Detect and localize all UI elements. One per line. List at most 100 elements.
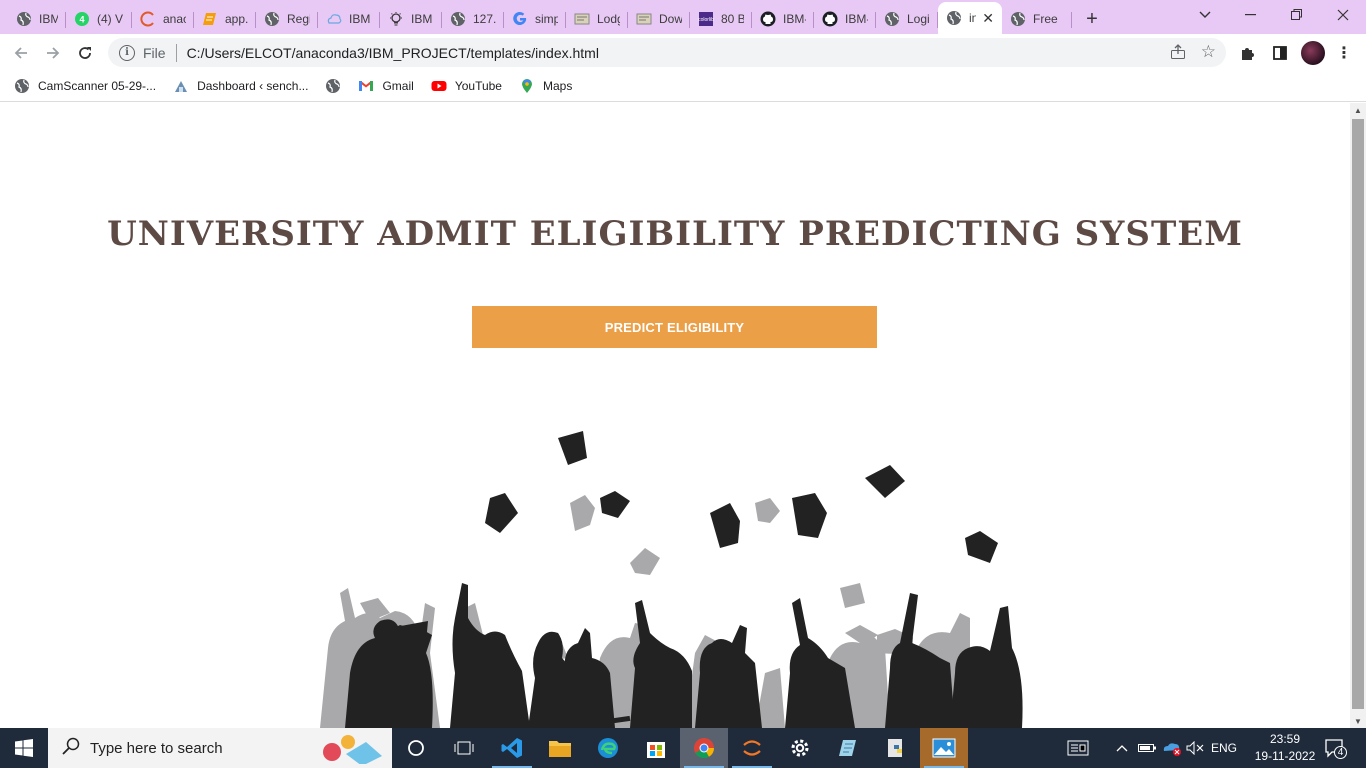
browser-tab[interactable]: app. bbox=[194, 4, 256, 34]
browser-tab[interactable]: Free bbox=[1002, 4, 1072, 34]
url-text[interactable]: C:/Users/ELCOT/anaconda3/IBM_PROJECT/tem… bbox=[187, 45, 599, 61]
tab-label: simp bbox=[535, 12, 558, 26]
taskbar-news-button[interactable] bbox=[1064, 728, 1092, 768]
bookmark-item[interactable]: YouTube bbox=[431, 78, 502, 94]
browser-tab[interactable]: 127. bbox=[442, 4, 504, 34]
page-scrollbar[interactable]: ▲ ▼ bbox=[1350, 103, 1366, 728]
profile-avatar[interactable] bbox=[1299, 34, 1327, 71]
close-icon bbox=[1337, 9, 1349, 21]
taskbar-file-explorer[interactable] bbox=[536, 728, 584, 768]
browser-tab[interactable]: IBM bbox=[8, 4, 66, 34]
scroll-up-arrow-icon[interactable]: ▲ bbox=[1350, 103, 1366, 117]
browser-tab[interactable]: Regi bbox=[256, 4, 318, 34]
svg-text:colorlib: colorlib bbox=[698, 17, 714, 23]
start-button[interactable] bbox=[0, 728, 48, 768]
cloud-icon bbox=[326, 11, 342, 27]
restore-button[interactable] bbox=[1274, 0, 1320, 30]
onedrive-indicator[interactable] bbox=[1160, 728, 1184, 768]
arrow-left-icon bbox=[14, 46, 27, 59]
taskbar-clock[interactable]: 23:59 19-11-2022 bbox=[1252, 731, 1318, 765]
task-view-icon bbox=[454, 741, 474, 755]
scrollbar-thumb[interactable] bbox=[1352, 119, 1364, 709]
tab-label: Logi bbox=[907, 12, 930, 26]
github-icon bbox=[760, 11, 776, 27]
share-icon[interactable] bbox=[1170, 44, 1186, 64]
google-icon bbox=[512, 11, 528, 27]
browser-tab[interactable]: IBM- bbox=[814, 4, 876, 34]
forward-button[interactable] bbox=[37, 37, 69, 69]
bookmark-item[interactable]: Maps bbox=[519, 78, 572, 94]
task-view-button[interactable] bbox=[392, 728, 440, 768]
minimize-button[interactable] bbox=[1228, 0, 1274, 30]
jupyter-icon bbox=[743, 740, 761, 756]
taskbar-search[interactable]: Type here to search bbox=[48, 728, 392, 768]
bookmark-star-icon[interactable]: ☆ bbox=[1201, 42, 1216, 62]
tab-label: Lodg bbox=[597, 12, 620, 26]
taskbar-store[interactable] bbox=[632, 728, 680, 768]
taskbar-edge[interactable] bbox=[584, 728, 632, 768]
close-tab-icon[interactable]: ✕ bbox=[982, 10, 994, 27]
photos-icon bbox=[932, 738, 956, 758]
scroll-down-arrow-icon[interactable]: ▼ bbox=[1350, 714, 1366, 728]
info-icon[interactable]: i bbox=[119, 44, 135, 61]
speaker-muted-icon bbox=[1186, 741, 1204, 755]
svg-text:4: 4 bbox=[79, 15, 84, 25]
anaconda-icon bbox=[140, 11, 156, 27]
predict-eligibility-button[interactable]: PREDICT ELIGIBILITY bbox=[472, 306, 877, 348]
browser-tab[interactable]: IBM bbox=[380, 4, 442, 34]
minimize-icon bbox=[1245, 14, 1256, 16]
taskbar-chrome[interactable] bbox=[680, 728, 728, 768]
kebab-menu-icon: ⋮ bbox=[1336, 44, 1352, 62]
browser-tab[interactable]: Logi bbox=[876, 4, 938, 34]
extensions-button[interactable] bbox=[1234, 34, 1262, 71]
taskbar-vscode[interactable] bbox=[488, 728, 536, 768]
browser-tab[interactable]: anac bbox=[132, 4, 194, 34]
globe-icon bbox=[884, 11, 900, 27]
battery-indicator[interactable] bbox=[1136, 728, 1158, 768]
tab-strip: IBM 4 (4) V anac app. Regi IBM IBM 127. simp Lodg D… bbox=[0, 0, 1366, 34]
taskbar-settings[interactable] bbox=[776, 728, 824, 768]
windows-logo-icon bbox=[15, 739, 33, 757]
notification-center-button[interactable]: 4 bbox=[1320, 728, 1350, 768]
tab-label: Dow bbox=[659, 12, 682, 26]
taskbar-photos[interactable] bbox=[920, 728, 968, 768]
show-hidden-icons-button[interactable] bbox=[1112, 728, 1132, 768]
taskbar-python[interactable] bbox=[872, 728, 920, 768]
bookmark-item[interactable]: CamScanner 05-29-... bbox=[14, 78, 156, 94]
youtube-icon bbox=[431, 78, 447, 94]
side-panel-button[interactable] bbox=[1266, 34, 1294, 71]
new-tab-button[interactable]: + bbox=[1072, 4, 1112, 34]
browser-tab[interactable]: simp bbox=[504, 4, 566, 34]
back-button[interactable] bbox=[5, 37, 37, 69]
bookmark-label: Gmail bbox=[382, 79, 414, 93]
browser-tab[interactable]: IBM bbox=[318, 4, 380, 34]
bookmark-item[interactable]: Dashboard ‹ sench... bbox=[173, 78, 308, 94]
taskbar-jupyter[interactable] bbox=[728, 728, 776, 768]
bookmark-item[interactable]: Gmail bbox=[358, 78, 414, 94]
browser-tab[interactable]: Dow bbox=[628, 4, 690, 34]
foreground-crowd bbox=[345, 431, 1023, 728]
clock-time: 23:59 bbox=[1269, 732, 1301, 746]
url-separator bbox=[175, 43, 177, 62]
menu-button[interactable]: ⋮ bbox=[1334, 34, 1354, 71]
tab-search-button[interactable] bbox=[1182, 0, 1228, 30]
store-icon bbox=[647, 742, 665, 758]
volume-indicator[interactable] bbox=[1184, 728, 1206, 768]
address-bar[interactable]: i File C:/Users/ELCOT/anaconda3/IBM_PROJ… bbox=[108, 38, 1226, 67]
globe-icon bbox=[14, 78, 30, 94]
browser-tab[interactable]: Lodg bbox=[566, 4, 628, 34]
bookmark-item[interactable] bbox=[325, 78, 341, 94]
browser-tab[interactable]: in ✕ bbox=[938, 2, 1002, 34]
browser-tab[interactable]: IBM- bbox=[752, 4, 814, 34]
taskbar-notepad[interactable] bbox=[824, 728, 872, 768]
battery-icon bbox=[1138, 744, 1156, 752]
close-window-button[interactable] bbox=[1320, 0, 1366, 30]
browser-tab[interactable]: 4 (4) V bbox=[66, 4, 132, 34]
browser-tab[interactable]: colorlib 80 B bbox=[690, 4, 752, 34]
avatar bbox=[1301, 40, 1325, 65]
taskview-button[interactable] bbox=[440, 728, 488, 768]
arrow-right-icon bbox=[47, 46, 60, 59]
language-indicator[interactable]: ENG bbox=[1208, 728, 1240, 768]
bookmark-label: YouTube bbox=[454, 79, 502, 93]
reload-button[interactable] bbox=[69, 37, 101, 69]
